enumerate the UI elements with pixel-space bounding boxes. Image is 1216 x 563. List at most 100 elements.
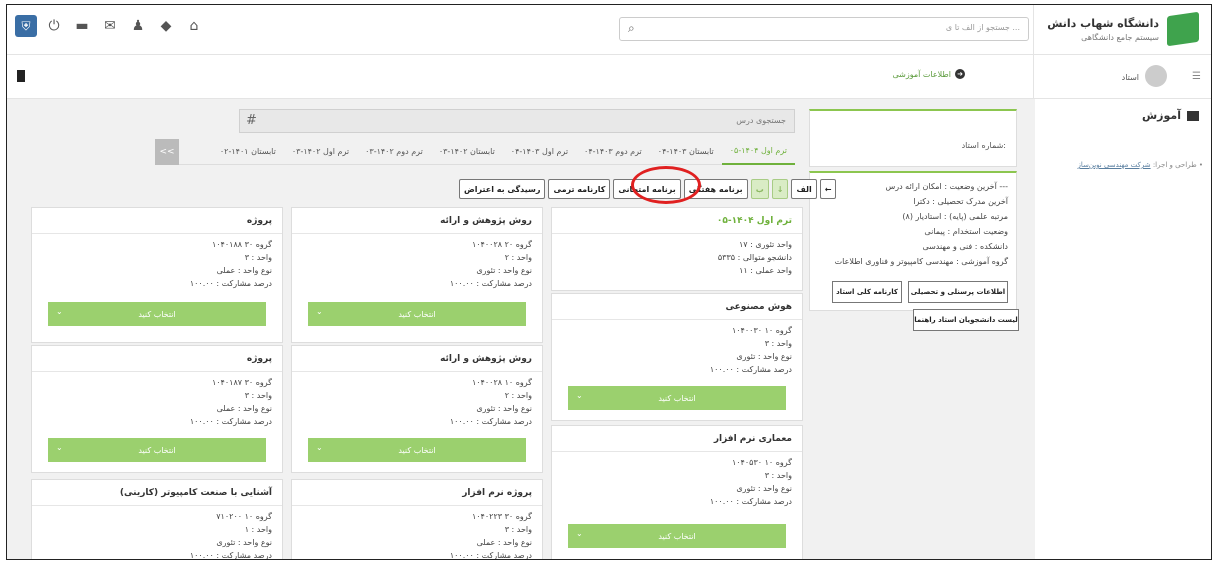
menu-toggle-icon[interactable]: ☰ — [1192, 71, 1201, 82]
select-button[interactable]: ⌄ انتخاب کنید — [48, 302, 266, 326]
credit-link[interactable]: شرکت مهندسی نوین‌ساز — [1078, 161, 1151, 169]
tab-term[interactable]: ترم دوم ۱۴۰۲-۰۳ — [357, 139, 431, 165]
info-line: نوع واحد : تئوری — [216, 538, 272, 547]
chevron-down-icon: ⌄ — [576, 529, 583, 538]
select-button[interactable]: ⌄ انتخاب کنید — [308, 438, 526, 462]
search-placeholder: جستجو از الف تا ی ... — [945, 23, 1020, 32]
select-button[interactable]: ⌄ انتخاب کنید — [568, 386, 786, 410]
course-search-placeholder: جستجوی درس — [736, 116, 786, 125]
info-line: نوع واحد : تئوری — [476, 404, 532, 413]
professor-details: آخرین وضعیت : امکان ارائه درس --- آخرین … — [835, 179, 1008, 269]
info-line: واحد : ۳ — [764, 471, 792, 480]
tab-term[interactable]: تابستان ۱۴۰۳-۰۴ — [650, 139, 722, 165]
personnel-info-button[interactable]: اطلاعات پرسنلی و تحصیلی — [908, 281, 1008, 303]
tab-term[interactable]: تابستان ۱۴۰۱-۰۲ — [212, 139, 284, 165]
breadcrumb[interactable]: اطلاعات آموزشی ➜ — [892, 69, 965, 79]
professor-details-card: آخرین وضعیت : امکان ارائه درس --- آخرین … — [809, 171, 1017, 311]
back-button[interactable]: ← — [819, 179, 837, 199]
professor-number-label: شماره استاد: — [961, 141, 1006, 150]
tab-term[interactable]: ترم اول ۱۴۰۲-۰۳ — [284, 139, 357, 165]
university-subtitle: سیستم جامع دانشگاهی — [1081, 33, 1159, 42]
info-line: واحد : ۲ — [504, 391, 532, 400]
course-info: ۱۰۴۰۰۲۸ گروه ۲۰ واحد : ۲ نوع واحد : تئور… — [450, 238, 532, 290]
shield-icon[interactable]: ⛨ — [15, 15, 37, 37]
breadcrumb-label: اطلاعات آموزشی — [892, 69, 951, 79]
select-label: انتخاب کنید — [398, 445, 436, 455]
info-line: ۱۰۴۰۰۲۸ گروه ۱۰ — [471, 378, 532, 387]
select-button[interactable]: ⌄ انتخاب کنید — [48, 438, 266, 462]
university-logo — [1167, 11, 1199, 47]
info-line: درصد مشارکت : ۱۰۰.۰۰ — [449, 551, 532, 560]
course-card: پروژه ۱۰۴۰۱۸۷ گروه ۳۰ واحد : ۳ نوع واحد … — [31, 345, 283, 473]
info-line: ۱۰۴۰۰۳۰ گروه ۱۰ — [731, 326, 792, 335]
select-button[interactable]: ⌄ انتخاب کنید — [568, 524, 786, 548]
credit-text: طراحی و اجرا: شرکت مهندسی نوین‌ساز • — [1077, 161, 1203, 169]
info-line: واحد : ۲ — [504, 253, 532, 262]
small-button[interactable]: ب — [750, 179, 769, 199]
terms-prev-button[interactable]: << — [155, 138, 179, 165]
term-summary-title: ترم اول ۱۴۰۴-۰۵ — [716, 216, 792, 226]
info-line: ۱۰۴۰۵۳۰ گروه ۱۰ — [731, 458, 792, 467]
term-tabs: ترم اول ۱۴۰۴-۰۵ تابستان ۱۴۰۳-۰۴ ترم دوم … — [155, 138, 795, 165]
chevron-down-icon: ⌄ — [576, 391, 583, 400]
course-info: ۱۰۴۰۱۸۷ گروه ۳۰ واحد : ۳ نوع واحد : عملی… — [190, 376, 272, 428]
info-line: درصد مشارکت : ۱۰۰.۰۰ — [709, 497, 792, 506]
select-label: انتخاب کنید — [658, 531, 696, 541]
info-line: درصد مشارکت : ۱۰۰.۰۰ — [189, 279, 272, 288]
course-search-input[interactable]: # جستجوی درس — [239, 109, 795, 133]
term-summary-info: واحد تئوری : ۱۷ دانشجو متوالی : ۵۳۳۵ واح… — [718, 238, 792, 277]
cube-icon[interactable]: ◆ — [155, 15, 177, 37]
course-card: روش پژوهش و ارائه ۱۰۴۰۰۲۸ گروه ۲۰ واحد :… — [291, 207, 543, 343]
course-info: ۱۰۴۰۲۲۳ گروه ۳۰ واحد : ۳ نوع واحد : عملی… — [449, 510, 532, 560]
avatar[interactable] — [1145, 65, 1167, 87]
info-line: ۷۱۰۲۰۰ گروه ۱۰ — [216, 512, 272, 521]
alef-sort-button[interactable]: الف — [791, 179, 817, 199]
course-card: آشنایی با صنعت کامپیوتر (کارینی) ۷۱۰۲۰۰ … — [31, 479, 283, 559]
tab-term[interactable]: ترم اول ۱۴۰۳-۰۴ — [503, 139, 576, 165]
chevron-down-icon: ⌄ — [56, 307, 63, 316]
power-icon[interactable]: ⏻ — [43, 15, 65, 37]
course-title: روش پژوهش و ارائه — [440, 354, 532, 364]
course-card: معماری نرم افزار ۱۰۴۰۵۳۰ گروه ۱۰ واحد : … — [551, 425, 803, 559]
home-icon[interactable]: ⌂ — [183, 15, 205, 37]
course-title: آشنایی با صنعت کامپیوتر (کارینی) — [119, 488, 272, 498]
info-line: واحد : ۳ — [764, 339, 792, 348]
advisees-list-button[interactable]: لیست دانشجویان استاد راهنما — [913, 309, 1019, 331]
term-report-button[interactable]: کارنامه ترمی — [548, 179, 611, 199]
bookmark-icon[interactable] — [17, 70, 25, 82]
select-label: انتخاب کنید — [138, 309, 176, 319]
objection-button[interactable]: رسیدگی به اعتراض — [459, 179, 546, 199]
course-title: پروژه — [246, 354, 272, 364]
info-line: نوع واحد : عملی — [216, 404, 272, 413]
info-line: نوع واحد : عملی — [476, 538, 532, 547]
tab-term[interactable]: ترم اول ۱۴۰۴-۰۵ — [721, 139, 795, 165]
professor-transcript-button[interactable]: کارنامه کلی استاد — [832, 281, 902, 303]
highlight-circle — [631, 166, 701, 204]
global-search-input[interactable]: ⌕ جستجو از الف تا ی ... — [619, 17, 1029, 41]
sidebar: آموزش طراحی و اجرا: شرکت مهندسی نوین‌ساز… — [1033, 99, 1211, 559]
tab-term[interactable]: تابستان ۱۴۰۲-۰۳ — [431, 139, 503, 165]
select-button[interactable]: ⌄ انتخاب کنید — [308, 302, 526, 326]
course-info: ۱۰۴۰۰۲۸ گروه ۱۰ واحد : ۲ نوع واحد : تئور… — [450, 376, 532, 428]
user-icon[interactable]: ♟ — [127, 15, 149, 37]
chevron-down-icon: ⌄ — [316, 307, 323, 316]
info-line: واحد : ۱ — [244, 525, 272, 534]
select-label: انتخاب کنید — [658, 393, 696, 403]
course-card: روش پژوهش و ارائه ۱۰۴۰۰۲۸ گروه ۱۰ واحد :… — [291, 345, 543, 473]
info-line: درصد مشارکت : ۱۰۰.۰۰ — [449, 417, 532, 426]
info-line: درصد مشارکت : ۱۰۰.۰۰ — [709, 365, 792, 374]
envelope-icon[interactable]: ✉ — [99, 15, 121, 37]
course-info: ۱۰۴۰۵۳۰ گروه ۱۰ واحد : ۳ نوع واحد : تئور… — [710, 456, 792, 508]
main-content: شماره استاد: آخرین وضعیت : امکان ارائه د… — [7, 99, 1035, 560]
info-line: واحد : ۳ — [244, 253, 272, 262]
info-line: واحد تئوری : ۱۷ — [738, 240, 792, 249]
tab-term[interactable]: ترم دوم ۱۴۰۳-۰۴ — [576, 139, 650, 165]
course-title: پروژه — [246, 216, 272, 226]
folder-icon[interactable]: ▬ — [71, 15, 93, 37]
breadcrumb-bar: اطلاعات آموزشی ➜ — [7, 55, 1035, 99]
sidebar-item-education[interactable]: آموزش — [1142, 109, 1199, 122]
info-line: ۱۰۴۰۱۸۷ گروه ۳۰ — [211, 378, 272, 387]
app-window: ⛨ ⏻ ▬ ✉ ♟ ◆ ⌂ ⌕ جستجو از الف تا ی ... دا… — [6, 4, 1212, 560]
sort-down-button[interactable]: ↓ — [771, 179, 789, 199]
user-bar: استاد ☰ — [1033, 55, 1211, 99]
